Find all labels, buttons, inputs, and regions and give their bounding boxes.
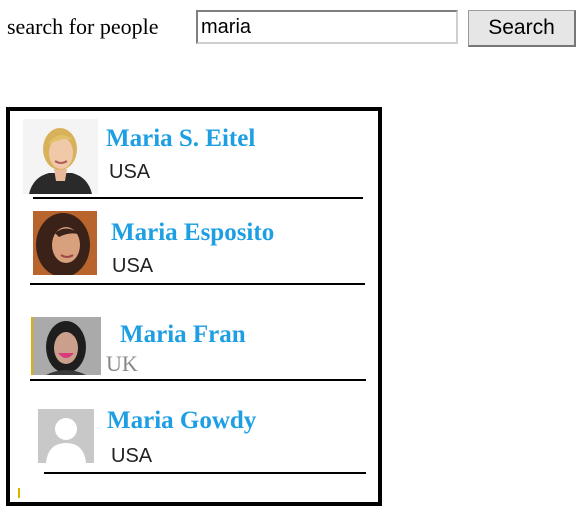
person-country: USA bbox=[109, 161, 151, 183]
result-item[interactable]: Maria Esposito USA bbox=[10, 203, 378, 289]
divider bbox=[30, 379, 366, 381]
search-input[interactable] bbox=[196, 10, 458, 44]
smiling-woman-photo-icon bbox=[31, 317, 101, 375]
person-name-link[interactable]: Maria Esposito bbox=[111, 219, 274, 247]
divider bbox=[30, 283, 365, 285]
person-name-link[interactable]: Maria Fran bbox=[120, 321, 246, 349]
avatar bbox=[23, 119, 98, 194]
results-list: Maria S. Eitel USA Maria Esposito USA Ma… bbox=[6, 107, 382, 506]
edge-tick bbox=[380, 379, 382, 381]
scroll-marker bbox=[18, 488, 20, 498]
person-country: USA bbox=[111, 445, 153, 467]
avatar bbox=[31, 317, 101, 375]
person-name-link[interactable]: Maria S. Eitel bbox=[106, 125, 255, 153]
person-country: UK bbox=[106, 351, 138, 376]
avatar bbox=[33, 211, 97, 275]
default-avatar-icon bbox=[38, 409, 94, 463]
person-name-link[interactable]: Maria Gowdy bbox=[107, 407, 256, 435]
person-country: USA bbox=[112, 255, 154, 277]
result-item[interactable]: Maria Fran UK bbox=[10, 293, 378, 379]
search-label: search for people bbox=[7, 14, 159, 39]
divider bbox=[44, 472, 366, 474]
edge-tick bbox=[380, 188, 382, 190]
blonde-woman-photo-icon bbox=[23, 119, 98, 194]
avatar bbox=[38, 409, 94, 463]
result-item[interactable]: Maria S. Eitel USA bbox=[10, 111, 378, 199]
search-button[interactable]: Search bbox=[468, 10, 576, 47]
divider bbox=[33, 197, 363, 199]
edge-tick bbox=[380, 283, 382, 285]
result-item[interactable]: Maria Gowdy USA bbox=[10, 389, 378, 477]
dark-hair-woman-photo-icon bbox=[33, 211, 97, 275]
